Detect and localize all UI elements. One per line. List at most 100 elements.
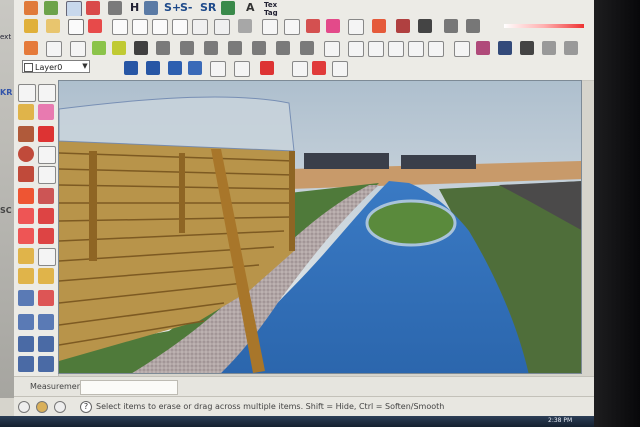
scenes-icon[interactable] [418, 19, 432, 33]
zoom-icon[interactable] [152, 19, 168, 35]
freehand-icon[interactable] [70, 41, 86, 57]
sandbox-add-label[interactable]: S+ [164, 1, 181, 15]
sign-in-icon[interactable] [54, 401, 66, 413]
text-tool-label[interactable]: A [246, 1, 255, 15]
chevron-down-icon[interactable]: ▼ [80, 61, 90, 72]
tape-measure-icon[interactable] [18, 248, 34, 264]
style-3-icon[interactable] [168, 61, 182, 75]
scale-icon[interactable] [46, 19, 60, 33]
look-around-icon[interactable] [284, 19, 300, 35]
zoom-window-icon[interactable] [172, 19, 188, 35]
plugin-grid-icon[interactable] [112, 41, 126, 55]
components-icon[interactable] [210, 61, 226, 77]
styles-icon[interactable] [396, 19, 410, 33]
freehand-tool-icon[interactable] [38, 166, 56, 184]
help-icon[interactable]: ? [80, 401, 92, 413]
geo-location-icon[interactable] [18, 401, 30, 413]
smoove-icon[interactable] [144, 1, 158, 15]
camera-iso-icon[interactable] [68, 19, 84, 35]
eraser-icon[interactable] [38, 104, 54, 120]
fillet-icon[interactable] [228, 41, 242, 55]
color-dots-icon[interactable] [260, 61, 274, 75]
chamfer-icon[interactable] [252, 41, 266, 55]
scale-tool-icon[interactable] [18, 228, 34, 244]
monochrome-icon[interactable] [564, 41, 578, 55]
axes-tool-icon[interactable] [38, 268, 54, 284]
wireframe-icon[interactable] [476, 41, 490, 55]
extrude-icon[interactable] [156, 41, 170, 55]
solid-tools-icon[interactable] [66, 1, 82, 17]
style-4-icon[interactable] [188, 61, 202, 75]
fog-icon[interactable] [326, 19, 340, 33]
view-top-icon[interactable] [348, 41, 364, 57]
layer-manager-icon[interactable] [348, 19, 364, 35]
dimension-tool-icon[interactable] [18, 290, 34, 306]
position-camera-icon[interactable] [238, 19, 252, 33]
offset-tool-icon[interactable] [38, 228, 54, 244]
dimensions-icon[interactable] [332, 61, 348, 77]
protractor-icon[interactable] [18, 268, 34, 284]
walk-tool-icon[interactable] [38, 356, 54, 372]
rotate-icon[interactable] [24, 19, 38, 33]
pan-tool-icon[interactable] [38, 314, 54, 330]
shadow-icon[interactable] [306, 19, 320, 33]
credits-icon[interactable] [36, 401, 48, 413]
orbit-icon[interactable] [112, 19, 128, 35]
rotate-tool-icon[interactable] [18, 208, 34, 224]
subtract-icon[interactable] [108, 1, 122, 15]
push-pull-icon[interactable] [38, 188, 54, 204]
sandbox-h-label[interactable]: H [130, 1, 139, 15]
texture-grid-icon[interactable] [92, 41, 106, 55]
view-left-icon[interactable] [428, 41, 444, 57]
groups-icon[interactable] [234, 61, 250, 77]
hidden-line-icon[interactable] [498, 41, 512, 55]
make-component-icon[interactable] [38, 84, 56, 102]
loft-icon[interactable] [300, 41, 314, 55]
follow-me-tool-icon[interactable] [38, 208, 54, 224]
zoom-extents-tool-icon[interactable] [18, 356, 34, 372]
plugin-box-icon[interactable] [134, 41, 148, 55]
section-icon[interactable] [88, 19, 102, 33]
view-front-icon[interactable] [368, 41, 384, 57]
zoom-tool-icon[interactable] [18, 336, 34, 352]
axes-icon[interactable] [292, 61, 308, 77]
text-tool-icon[interactable] [38, 248, 56, 266]
view-right-icon[interactable] [388, 41, 404, 57]
time-slider[interactable] [504, 24, 584, 28]
xray-icon[interactable] [454, 41, 470, 57]
guides-icon[interactable] [312, 61, 326, 75]
move-icon[interactable] [18, 188, 34, 204]
select-arrow-icon[interactable] [18, 84, 36, 102]
shadows-settings-icon[interactable] [444, 19, 458, 33]
style-2-icon[interactable] [146, 61, 160, 75]
undo-icon[interactable] [324, 41, 340, 57]
style-1-icon[interactable] [124, 61, 138, 75]
line-icon[interactable] [38, 126, 54, 142]
bevel-icon[interactable] [276, 41, 290, 55]
materials-icon[interactable] [372, 19, 386, 33]
zoom-window-tool-icon[interactable] [38, 336, 54, 352]
view-back-icon[interactable] [408, 41, 424, 57]
shaded-texture-icon[interactable] [542, 41, 556, 55]
pan-icon[interactable] [132, 19, 148, 35]
follow-me-icon[interactable] [24, 1, 38, 15]
join-icon[interactable] [204, 41, 218, 55]
3d-text-icon[interactable] [38, 290, 54, 306]
rectangle-icon[interactable] [18, 126, 34, 142]
arc-tool-icon[interactable] [38, 146, 56, 164]
pencil-icon[interactable] [24, 41, 38, 55]
sandbox-subtract-label[interactable]: S- [180, 1, 193, 15]
arc-icon[interactable] [46, 41, 62, 57]
circle-icon[interactable] [18, 146, 34, 162]
walk-icon[interactable] [262, 19, 278, 35]
orbit-tool-icon[interactable] [18, 314, 34, 330]
soften-edges-icon[interactable] [466, 19, 480, 33]
previous-view-icon[interactable] [214, 19, 230, 35]
offset-icon[interactable] [180, 41, 194, 55]
model-viewport[interactable] [58, 80, 582, 374]
outer-shell-icon[interactable] [44, 1, 58, 15]
measurements-input[interactable] [80, 380, 178, 395]
shaded-icon[interactable] [520, 41, 534, 55]
sandbox-reset-label[interactable]: SR [200, 1, 216, 15]
paint-bucket-icon[interactable] [18, 104, 34, 120]
